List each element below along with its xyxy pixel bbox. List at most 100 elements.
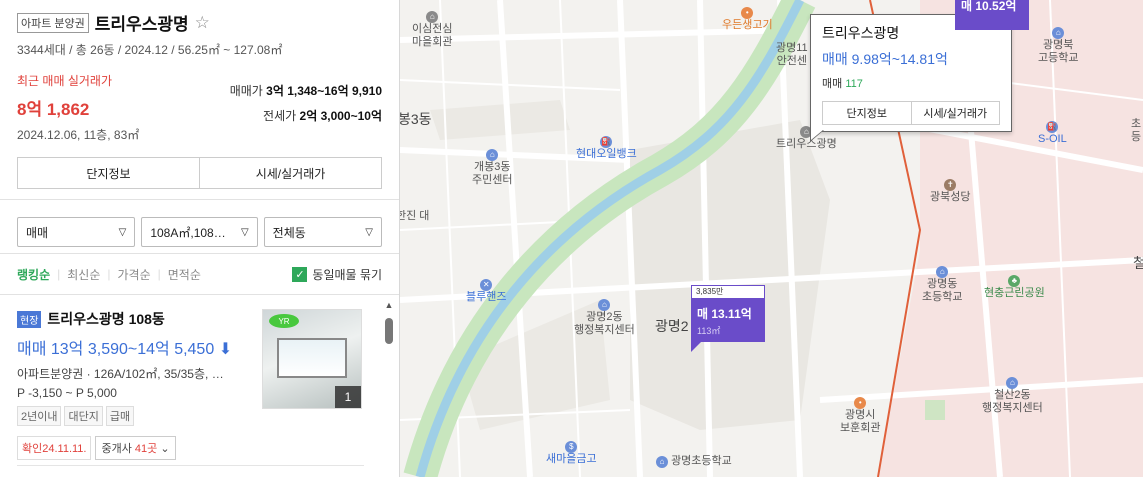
school-icon: ⌂ bbox=[936, 266, 949, 278]
map-label-gm2school: ⌂ 광명초등학교 bbox=[656, 455, 732, 468]
complex-info-button[interactable]: 단지정보 bbox=[18, 158, 199, 188]
recent-trade-price: 8억 1,862 bbox=[17, 100, 90, 119]
group-same-listings[interactable]: ✓ 동일매물 묶기 bbox=[292, 266, 382, 283]
map-label-hall: • 광명시 보훈회관 bbox=[840, 396, 880, 435]
gas-station-icon: ⛽ bbox=[1046, 121, 1059, 133]
map-label-park: ♣ 현충근린공원 bbox=[984, 274, 1045, 300]
popup-count: 매매 117 bbox=[822, 75, 1000, 91]
popup-price-button[interactable]: 시세/실거래가 bbox=[910, 102, 1000, 124]
map-label-cheolsan2-text: 철산2동 행정복지센터 bbox=[982, 389, 1043, 414]
popup-tail-inner bbox=[811, 130, 823, 140]
scroll-up-icon[interactable]: ▲ bbox=[384, 300, 394, 310]
complex-actions: 단지정보 시세/실거래가 bbox=[17, 157, 382, 189]
listing-premium: P -3,150 ~ P 5,000 bbox=[17, 386, 117, 400]
sort-separator: | bbox=[107, 267, 111, 281]
jeonse-price-label: 전세가 bbox=[263, 109, 297, 123]
list-item[interactable]: 현장 트리우스광명 108동 매매 13억 3,590~14억 5,450 ⬇ … bbox=[0, 295, 399, 460]
map-label-hall-text: 광명시 보훈회관 bbox=[840, 409, 881, 434]
jeonse-price-value: 2억 3,000~10억 bbox=[299, 109, 382, 123]
school-icon: ⌂ bbox=[1052, 27, 1065, 39]
government-office-icon: ⌂ bbox=[486, 149, 499, 161]
restaurant-icon: • bbox=[741, 7, 754, 19]
tag-chip: 2년이내 bbox=[17, 406, 62, 426]
map-label-gm2school-text: 광명초등학교 bbox=[671, 455, 732, 467]
price-marker-secondary[interactable]: 매 10.52억 bbox=[955, 0, 1029, 30]
map-label-saemaul-text: 새마을금고 bbox=[546, 453, 597, 465]
confirmed-date-badge: 확인24.11.11. bbox=[17, 436, 92, 460]
photo-window bbox=[277, 338, 347, 378]
scrollbar[interactable]: ▲ bbox=[384, 300, 394, 477]
price-marker-top: 3,835만 bbox=[691, 285, 765, 299]
agent-label: 중개사 bbox=[101, 443, 132, 455]
school-icon: ⌂ bbox=[656, 456, 668, 468]
map-label-gwangbuk-church-text: 광북성당 bbox=[930, 191, 971, 203]
listing-title[interactable]: 트리우스광명 108동 bbox=[47, 309, 164, 329]
scrollbar-thumb[interactable] bbox=[385, 318, 393, 344]
car-repair-icon: ✕ bbox=[480, 279, 493, 291]
government-office-icon: ⌂ bbox=[1006, 377, 1019, 389]
trade-type-select[interactable]: 매매 ▽ bbox=[17, 217, 136, 247]
area-select[interactable]: 108A㎡,108… ▽ bbox=[141, 217, 258, 247]
map-label-bluehands: ✕ 블루핸즈 bbox=[466, 278, 506, 304]
map-label-gwangbuk-hs: ⌂ 광명북 고등학교 bbox=[1038, 26, 1078, 65]
map-label-trius-text: 트리우스광명 bbox=[776, 138, 837, 150]
popup-info-button[interactable]: 단지정보 bbox=[823, 102, 911, 124]
group-same-label: 동일매물 묶기 bbox=[312, 267, 382, 282]
price-marker-value: 매 13.11억 bbox=[697, 307, 752, 321]
agent-count-button[interactable]: 중개사 41곳 ⌄ bbox=[95, 436, 176, 460]
sort-price[interactable]: 가격순 bbox=[118, 266, 151, 283]
map-label-park-text: 현충근린공원 bbox=[984, 287, 1045, 299]
chevron-down-icon: ▽ bbox=[365, 226, 373, 238]
section-divider bbox=[0, 199, 399, 209]
map-label-bong3: 봉3동 bbox=[400, 111, 432, 127]
map-label-hyundai-text: 현대오일뱅크 bbox=[576, 148, 637, 160]
map-label-wooden-text: 우든생고기 bbox=[722, 19, 773, 31]
gas-station-icon: ⛽ bbox=[600, 136, 613, 148]
park-icon: ♣ bbox=[1008, 275, 1021, 287]
sale-price-label: 매매가 bbox=[229, 84, 263, 98]
price-marker-tail bbox=[691, 342, 701, 352]
listing-description: 아파트분양권 · 126A/102㎡, 35/35층, … bbox=[17, 367, 224, 381]
map-label-hyundai: ⛽ 현대오일뱅크 bbox=[576, 135, 637, 161]
map-label-wooden: • 우든생고기 bbox=[722, 6, 773, 32]
sort-area[interactable]: 면적순 bbox=[168, 266, 201, 283]
map-label-isim-text: 이심전심 마을회관 bbox=[412, 23, 453, 48]
map-label-isim: ⌂ 이심전심 마을회관 bbox=[412, 10, 452, 49]
map-label-gm-es-text: 광명동 초등학교 bbox=[922, 278, 963, 303]
complex-popup: 트리우스광명 매매 9.98억~14.81억 매매 117 단지정보 시세/실거… bbox=[810, 14, 1012, 132]
listing-meta-row: 확인24.11.11. 중개사 41곳 ⌄ bbox=[17, 436, 382, 460]
tag-chip: 대단지 bbox=[64, 406, 103, 426]
tag-chip: 급매 bbox=[105, 406, 135, 426]
dong-value: 전체동 bbox=[272, 225, 306, 240]
favorite-star-icon[interactable]: ☆ bbox=[195, 13, 210, 33]
listing-photo[interactable]: YR 1 bbox=[262, 309, 362, 409]
chevron-down-icon: ⌄ bbox=[160, 443, 170, 455]
place-icon: • bbox=[854, 397, 867, 409]
brand-logo: YR bbox=[269, 314, 299, 328]
dong-select[interactable]: 전체동 ▽ bbox=[263, 217, 382, 247]
church-icon: ✝ bbox=[944, 179, 957, 191]
chevron-down-icon: ▽ bbox=[118, 226, 127, 238]
recent-trade: 최근 매매 실거래가 8억 1,862 2024.12.06, 11층, 83㎡ bbox=[17, 72, 139, 143]
map-label-cheolsan2: ⌂ 철산2동 행정복지센터 bbox=[982, 376, 1043, 415]
map-label-hanjin: 한진 대 bbox=[400, 210, 430, 222]
map-label-cho: 초등 bbox=[1130, 118, 1142, 143]
checkbox-checked-icon[interactable]: ✓ bbox=[292, 266, 308, 282]
popup-count-value: 117 bbox=[845, 78, 863, 90]
map-view[interactable]: ⌂ 이심전심 마을회관 • 우든생고기 봉3동 ⌂ 개봉3동 주민센터 ⛽ 현대오일뱅크… bbox=[400, 0, 1143, 477]
sort-latest[interactable]: 최신순 bbox=[67, 266, 100, 283]
popup-actions: 단지정보 시세/실거래가 bbox=[822, 101, 1000, 125]
map-label-gaebong3-text: 개봉3동 주민센터 bbox=[472, 161, 513, 186]
complex-title-row: 아파트 분양권 트리우스광명 ☆ bbox=[17, 10, 382, 35]
map-label-gwangbuk-church: ✝ 광북성당 bbox=[930, 178, 970, 204]
chevron-down-icon: ▽ bbox=[240, 226, 249, 238]
price-history-button[interactable]: 시세/실거래가 bbox=[199, 158, 381, 188]
sort-ranking[interactable]: 랭킹순 bbox=[17, 266, 50, 283]
map-label-gm2: 광명2 bbox=[655, 318, 689, 334]
sort-separator: | bbox=[57, 267, 61, 281]
listing-price-value: 매매 13억 3,590~14억 5,450 bbox=[17, 341, 215, 358]
community-hall-icon: ⌂ bbox=[426, 11, 439, 23]
price-marker[interactable]: 3,835만 매 13.11억 113㎡ bbox=[691, 285, 765, 342]
complex-type-tag: 아파트 분양권 bbox=[17, 12, 89, 33]
complex-name: 트리우스광명 bbox=[94, 15, 189, 34]
